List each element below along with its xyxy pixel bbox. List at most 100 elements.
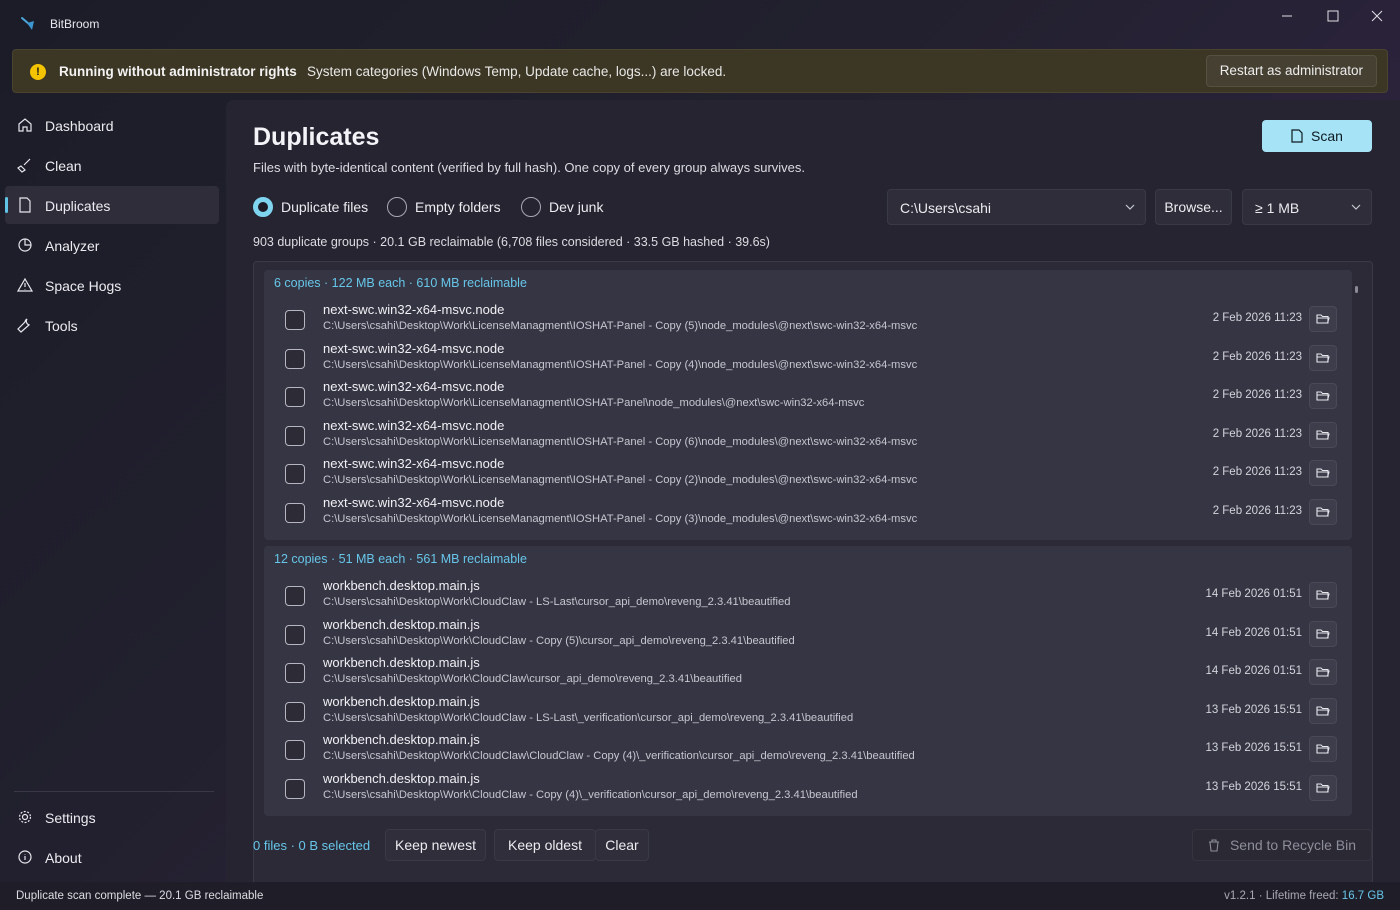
file-checkbox[interactable] [285, 779, 305, 799]
open-folder-button[interactable] [1309, 582, 1337, 608]
duplicate-results-list[interactable]: 6 copies · 122 MB each · 610 MB reclaima… [253, 261, 1373, 909]
file-checkbox[interactable] [285, 464, 305, 485]
file-checkbox[interactable] [285, 740, 305, 761]
folder-open-icon [1316, 391, 1330, 401]
sidebar-item-dashboard[interactable]: Dashboard [5, 106, 219, 144]
keep-newest-button[interactable]: Keep newest [385, 829, 486, 861]
open-folder-button[interactable] [1309, 460, 1337, 487]
chevron-down-icon [1125, 204, 1135, 210]
duplicate-group: 6 copies · 122 MB each · 610 MB reclaima… [264, 270, 1352, 540]
app-title: BitBroom [50, 17, 100, 31]
banner-title: Running without administrator rights [59, 64, 297, 79]
file-row[interactable]: next-swc.win32-x64-msvc.node C:\Users\cs… [264, 454, 1352, 493]
folder-open-icon [1316, 430, 1330, 440]
file-date: 13 Feb 2026 15:51 [1205, 703, 1302, 716]
status-right: v1.2.1 · Lifetime freed: 16.7 GB [1224, 890, 1384, 902]
scan-button[interactable]: Scan [1262, 120, 1372, 152]
file-row[interactable]: workbench.desktop.main.js C:\Users\csahi… [264, 576, 1352, 615]
file-date: 2 Feb 2026 11:23 [1212, 389, 1302, 402]
mode-duplicate-files-radio[interactable]: Duplicate files [253, 197, 368, 217]
file-date: 2 Feb 2026 11:23 [1212, 427, 1302, 440]
open-folder-button[interactable] [1309, 659, 1337, 686]
mode-dev-junk-radio[interactable]: Dev junk [521, 197, 603, 217]
sidebar-item-duplicates[interactable]: Duplicates [5, 186, 219, 224]
info-icon [18, 850, 32, 864]
send-to-recycle-bin-button[interactable]: Send to Recycle Bin [1192, 829, 1372, 861]
file-date: 2 Feb 2026 11:23 [1212, 505, 1302, 517]
file-row[interactable]: next-swc.win32-x64-msvc.node C:\Users\cs… [264, 493, 1352, 532]
file-checkbox[interactable] [285, 503, 305, 523]
file-date: 14 Feb 2026 01:51 [1205, 626, 1302, 639]
scrollbar-thumb[interactable] [1355, 286, 1358, 293]
sidebar-item-tools[interactable]: Tools [5, 306, 219, 344]
open-folder-button[interactable] [1309, 383, 1337, 410]
radio-label: Empty folders [415, 199, 501, 215]
scan-label: Scan [1311, 128, 1343, 144]
file-path: C:\Users\csahi\Desktop\Work\CloudClaw\Cl… [323, 750, 915, 763]
sidebar-item-about[interactable]: About [5, 838, 219, 876]
sidebar-item-space-hogs[interactable]: Space Hogs [5, 266, 219, 304]
file-row[interactable]: workbench.desktop.main.js C:\Users\csahi… [264, 692, 1352, 731]
min-size-value: ≥ 1 MB [1255, 200, 1300, 216]
file-checkbox[interactable] [285, 387, 305, 408]
folder-open-icon [1316, 590, 1330, 600]
file-checkbox[interactable] [285, 310, 305, 330]
restart-as-admin-button[interactable]: Restart as administrator [1205, 55, 1377, 87]
file-checkbox[interactable] [285, 348, 305, 369]
sidebar-item-analyzer[interactable]: Analyzer [5, 226, 219, 264]
folder-open-icon [1316, 507, 1330, 517]
minimize-button[interactable] [1264, 0, 1310, 32]
mode-empty-folders-radio[interactable]: Empty folders [387, 197, 501, 217]
lifetime-freed-label: Lifetime freed: [1265, 890, 1339, 902]
file-row[interactable]: workbench.desktop.main.js C:\Users\csahi… [264, 769, 1352, 808]
file-name: next-swc.win32-x64-msvc.node [323, 340, 505, 356]
file-row[interactable]: next-swc.win32-x64-msvc.node C:\Users\cs… [264, 416, 1352, 455]
radio-label: Duplicate files [281, 199, 369, 215]
file-checkbox[interactable] [285, 701, 305, 722]
scan-path-combobox[interactable]: C:\Users\csahi [887, 189, 1146, 225]
file-date: 14 Feb 2026 01:51 [1205, 588, 1302, 600]
status-separator: · [1258, 890, 1266, 902]
file-checkbox[interactable] [285, 425, 305, 446]
file-row[interactable]: next-swc.win32-x64-msvc.node C:\Users\cs… [264, 339, 1352, 378]
sidebar-item-settings[interactable]: Settings [5, 798, 219, 836]
home-icon [18, 118, 32, 132]
file-row[interactable]: next-swc.win32-x64-msvc.node C:\Users\cs… [264, 377, 1352, 416]
open-folder-button[interactable] [1309, 775, 1337, 801]
maximize-button[interactable] [1310, 0, 1356, 32]
browse-button[interactable]: Browse... [1155, 189, 1232, 225]
gear-icon [18, 810, 32, 824]
file-path: C:\Users\csahi\Desktop\Work\LicenseManag… [323, 435, 918, 448]
open-folder-button[interactable] [1309, 306, 1337, 332]
file-path: C:\Users\csahi\Desktop\Work\CloudClaw - … [323, 711, 854, 724]
chevron-down-icon [1351, 204, 1361, 210]
file-path: C:\Users\csahi\Desktop\Work\LicenseManag… [323, 358, 918, 371]
sidebar-item-label: Settings [45, 810, 96, 826]
file-date: 2 Feb 2026 11:23 [1212, 312, 1302, 324]
file-path: C:\Users\csahi\Desktop\Work\LicenseManag… [323, 474, 918, 487]
close-icon [1371, 10, 1383, 22]
file-row[interactable]: next-swc.win32-x64-msvc.node C:\Users\cs… [264, 300, 1352, 339]
open-folder-button[interactable] [1309, 697, 1337, 724]
file-date: 2 Feb 2026 11:23 [1212, 350, 1302, 363]
open-folder-button[interactable] [1309, 421, 1337, 448]
close-button[interactable] [1354, 0, 1400, 32]
open-folder-button[interactable] [1309, 620, 1337, 647]
admin-warning-banner: ! Running without administrator rights S… [12, 49, 1388, 93]
sidebar-item-label: Duplicates [45, 198, 111, 214]
sidebar-item-clean[interactable]: Clean [5, 146, 219, 184]
file-checkbox[interactable] [285, 586, 305, 606]
keep-oldest-button[interactable]: Keep oldest [494, 829, 596, 861]
file-row[interactable]: workbench.desktop.main.js C:\Users\csahi… [264, 730, 1352, 769]
file-row[interactable]: workbench.desktop.main.js C:\Users\csahi… [264, 653, 1352, 692]
file-row[interactable]: workbench.desktop.main.js C:\Users\csahi… [264, 615, 1352, 654]
min-size-dropdown[interactable]: ≥ 1 MB [1242, 189, 1372, 225]
file-checkbox[interactable] [285, 624, 305, 645]
file-checkbox[interactable] [285, 663, 305, 684]
open-folder-button[interactable] [1309, 499, 1337, 525]
clear-button[interactable]: Clear [595, 829, 649, 861]
open-folder-button[interactable] [1309, 344, 1337, 371]
open-folder-button[interactable] [1309, 736, 1337, 763]
file-name: workbench.desktop.main.js [323, 732, 480, 748]
file-name: next-swc.win32-x64-msvc.node [323, 417, 505, 433]
